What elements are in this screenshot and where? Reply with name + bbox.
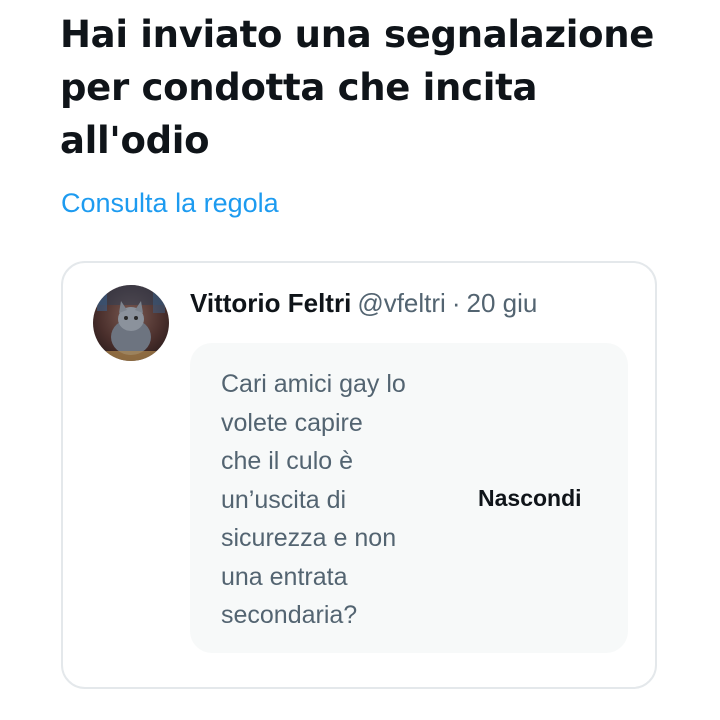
separator-dot: · xyxy=(451,288,461,318)
tweet-date[interactable]: 20 giu xyxy=(467,288,538,318)
tweet-content-box: Cari amici gay lo volete capire che il c… xyxy=(190,343,628,653)
reported-tweet-card[interactable]: Vittorio Feltri @vfeltri · 20 giu Cari amic… xyxy=(61,261,657,689)
tweet-text: Cari amici gay lo volete capire che il c… xyxy=(221,370,406,629)
view-policy-link[interactable]: Consulta la regola xyxy=(61,186,279,220)
tweet-header: Vittorio Feltri @vfeltri · 20 giu xyxy=(190,285,537,321)
page-title: Hai inviato una segnalazione per condott… xyxy=(60,13,655,162)
author-name[interactable]: Vittorio Feltri xyxy=(190,288,351,318)
cat-avatar-icon xyxy=(93,285,169,361)
report-confirmation-page: Hai inviato una segnalazione per condott… xyxy=(0,0,720,720)
avatar[interactable] xyxy=(93,285,169,361)
author-handle[interactable]: @vfeltri xyxy=(357,288,446,318)
hide-button[interactable]: Nascondi xyxy=(478,481,582,515)
